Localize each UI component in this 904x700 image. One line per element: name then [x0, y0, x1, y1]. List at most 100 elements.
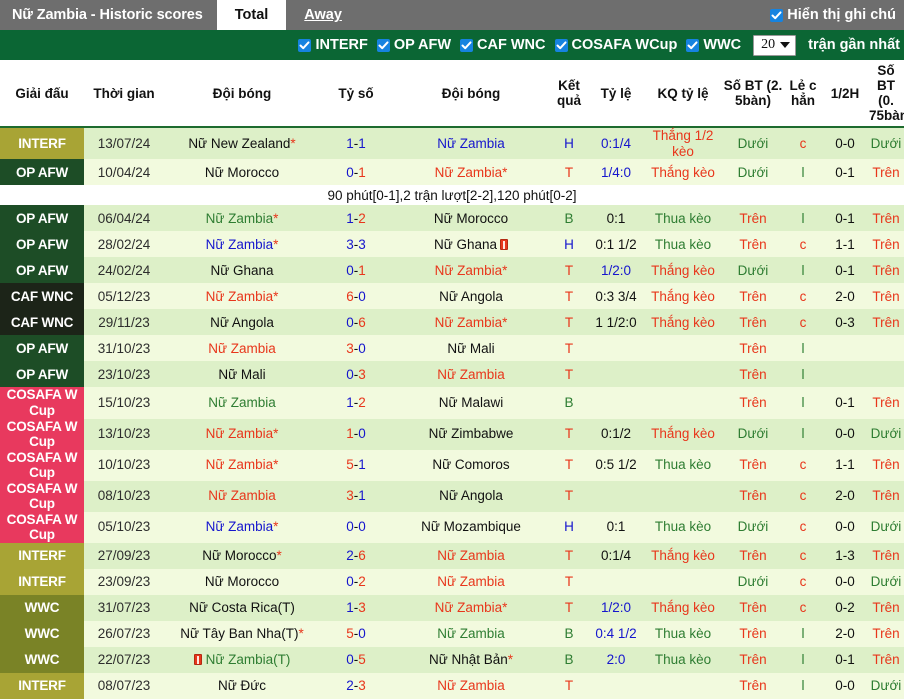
away-team[interactable]: Nữ Angola — [392, 480, 550, 512]
away-team[interactable]: Nữ Zambia — [392, 672, 550, 699]
league-badge[interactable]: INTERF — [0, 568, 84, 595]
filter-wwc[interactable]: WWC — [686, 37, 741, 53]
away-team[interactable]: Nữ Malawi — [392, 387, 550, 419]
checkbox-checked-icon[interactable] — [686, 38, 700, 52]
table-row[interactable]: WWC 26/07/23 Nữ Tây Ban Nha(T)* 5-0 Nữ Zambi… — [0, 620, 904, 647]
filter-cosafa-wcup[interactable]: COSAFA WCup — [554, 37, 677, 53]
match-score[interactable]: 1-2 — [320, 387, 392, 419]
away-team[interactable]: Nữ Zambia — [392, 542, 550, 569]
home-team[interactable]: Nữ Zambia* — [164, 418, 320, 450]
table-row[interactable]: INTERF 08/07/23 Nữ Đức 2-3 Nữ Zambia T Trên l 0-… — [0, 672, 904, 699]
match-score[interactable]: 0-6 — [320, 309, 392, 336]
table-row[interactable]: OP AFW 10/04/24 Nữ Morocco 0-1 Nữ Zambia* T 1/… — [0, 159, 904, 186]
table-row[interactable]: WWC 22/07/23 Nữ Zambia(T) 0-5 Nữ Nhật Bản* B 2… — [0, 646, 904, 673]
match-score[interactable]: 1-0 — [320, 418, 392, 450]
home-team[interactable]: Nữ Đức — [164, 672, 320, 699]
col-odds-result[interactable]: KQ tỷ lệ — [644, 60, 722, 129]
league-badge[interactable]: COSAFA W Cup — [0, 387, 84, 419]
table-row[interactable]: COSAFA W Cup 08/10/23 Nữ Zambia 3-1 Nữ Angol… — [0, 480, 904, 512]
match-count-select[interactable]: 20 — [753, 34, 797, 56]
filter-op-afw[interactable]: OP AFW — [376, 37, 451, 53]
col-score[interactable]: Tỷ số — [320, 60, 392, 129]
league-badge[interactable]: OP AFW — [0, 335, 84, 362]
league-badge[interactable]: INTERF — [0, 542, 84, 569]
home-team[interactable]: Nữ Tây Ban Nha(T)* — [164, 620, 320, 647]
away-team[interactable]: Nữ Zambia — [392, 127, 550, 160]
league-badge[interactable]: WWC — [0, 594, 84, 621]
col-home-team[interactable]: Đội bóng — [164, 60, 320, 129]
table-row[interactable]: COSAFA W Cup 15/10/23 Nữ Zambia 1-2 Nữ Malaw… — [0, 387, 904, 419]
table-row[interactable]: COSAFA W Cup 10/10/23 Nữ Zambia* 5-1 Nữ Como… — [0, 449, 904, 481]
league-badge[interactable]: INTERF — [0, 672, 84, 699]
match-score[interactable]: 0-1 — [320, 159, 392, 186]
match-score[interactable]: 0-2 — [320, 568, 392, 595]
league-badge[interactable]: OP AFW — [0, 257, 84, 284]
league-badge[interactable]: OP AFW — [0, 231, 84, 258]
home-team[interactable]: Nữ Angola — [164, 309, 320, 336]
match-score[interactable]: 1-2 — [320, 205, 392, 232]
home-team[interactable]: Nữ Zambia — [164, 480, 320, 512]
tab-total[interactable]: Total — [216, 0, 287, 30]
away-team[interactable]: Nữ Comoros — [392, 449, 550, 481]
table-row[interactable]: WWC 31/07/23 Nữ Costa Rica(T) 1-3 Nữ Zambia*… — [0, 594, 904, 621]
match-score[interactable]: 3-0 — [320, 335, 392, 362]
col-result[interactable]: Kết quả — [550, 60, 588, 129]
table-row[interactable]: CAF WNC 29/11/23 Nữ Angola 0-6 Nữ Zambia* T 1 … — [0, 309, 904, 336]
home-team[interactable]: Nữ Morocco — [164, 159, 320, 186]
away-team[interactable]: Nữ Mali — [392, 335, 550, 362]
away-team[interactable]: Nữ Morocco — [392, 205, 550, 232]
league-badge[interactable]: OP AFW — [0, 205, 84, 232]
checkbox-checked-icon[interactable] — [376, 38, 390, 52]
league-badge[interactable]: CAF WNC — [0, 309, 84, 336]
league-badge[interactable]: OP AFW — [0, 159, 84, 186]
filter-caf-wnc[interactable]: CAF WNC — [460, 37, 546, 53]
table-row[interactable]: OP AFW 28/02/24 Nữ Zambia* 3-3 Nữ Ghana H 0:1 … — [0, 231, 904, 258]
table-row[interactable]: COSAFA W Cup 13/10/23 Nữ Zambia* 1-0 Nữ Zimb… — [0, 418, 904, 450]
checkbox-checked-icon[interactable] — [460, 38, 474, 52]
league-badge[interactable]: OP AFW — [0, 361, 84, 388]
table-row[interactable]: OP AFW 23/10/23 Nữ Mali 0-3 Nữ Zambia T Trên l — [0, 361, 904, 388]
match-score[interactable]: 0-0 — [320, 511, 392, 543]
table-row[interactable]: OP AFW 24/02/24 Nữ Ghana 0-1 Nữ Zambia* T 1/2:… — [0, 257, 904, 284]
match-score[interactable]: 1-3 — [320, 594, 392, 621]
tab-away[interactable]: Away — [286, 0, 360, 30]
col-league[interactable]: Giải đấu — [0, 60, 84, 129]
away-team[interactable]: Nữ Zambia — [392, 568, 550, 595]
checkbox-checked-icon[interactable] — [554, 38, 568, 52]
league-badge[interactable]: WWC — [0, 620, 84, 647]
away-team[interactable]: Nữ Ghana — [392, 231, 550, 258]
league-badge[interactable]: COSAFA W Cup — [0, 449, 84, 481]
match-score[interactable]: 0-1 — [320, 257, 392, 284]
checkbox-checked-icon[interactable] — [770, 8, 784, 22]
away-team[interactable]: Nữ Zambia* — [392, 159, 550, 186]
away-team[interactable]: Nữ Nhật Bản* — [392, 646, 550, 673]
home-team[interactable]: Nữ Zambia — [164, 387, 320, 419]
home-team[interactable]: Nữ Zambia* — [164, 449, 320, 481]
match-score[interactable]: 0-5 — [320, 646, 392, 673]
table-row[interactable]: INTERF 27/09/23 Nữ Morocco* 2-6 Nữ Zambia T 0:… — [0, 542, 904, 569]
away-team[interactable]: Nữ Zambia* — [392, 309, 550, 336]
away-team[interactable]: Nữ Zambia* — [392, 257, 550, 284]
chevron-down-icon[interactable] — [780, 42, 791, 48]
home-team[interactable]: Nữ Zambia* — [164, 205, 320, 232]
match-score[interactable]: 3-1 — [320, 480, 392, 512]
home-team[interactable]: Nữ Zambia — [164, 335, 320, 362]
checkbox-checked-icon[interactable] — [298, 38, 312, 52]
away-team[interactable]: Nữ Zambia — [392, 620, 550, 647]
col-away-team[interactable]: Đội bóng — [392, 60, 550, 129]
show-notes-toggle[interactable]: Hiển thị ghi chú — [770, 0, 904, 30]
league-badge[interactable]: COSAFA W Cup — [0, 480, 84, 512]
match-score[interactable]: 2-3 — [320, 672, 392, 699]
col-time[interactable]: Thời gian — [84, 60, 164, 129]
away-team[interactable]: Nữ Mozambique — [392, 511, 550, 543]
away-team[interactable]: Nữ Angola — [392, 283, 550, 310]
table-row[interactable]: OP AFW 06/04/24 Nữ Zambia* 1-2 Nữ Morocco B 0:… — [0, 205, 904, 232]
league-badge[interactable]: INTERF — [0, 127, 84, 160]
match-score[interactable]: 5-0 — [320, 620, 392, 647]
home-team[interactable]: Nữ Morocco — [164, 568, 320, 595]
col-half-time[interactable]: 1/2H — [822, 60, 868, 129]
table-row[interactable]: CAF WNC 05/12/23 Nữ Zambia* 6-0 Nữ Angola T 0:… — [0, 283, 904, 310]
away-team[interactable]: Nữ Zambia — [392, 361, 550, 388]
match-score[interactable]: 2-6 — [320, 542, 392, 569]
home-team[interactable]: Nữ Zambia* — [164, 511, 320, 543]
